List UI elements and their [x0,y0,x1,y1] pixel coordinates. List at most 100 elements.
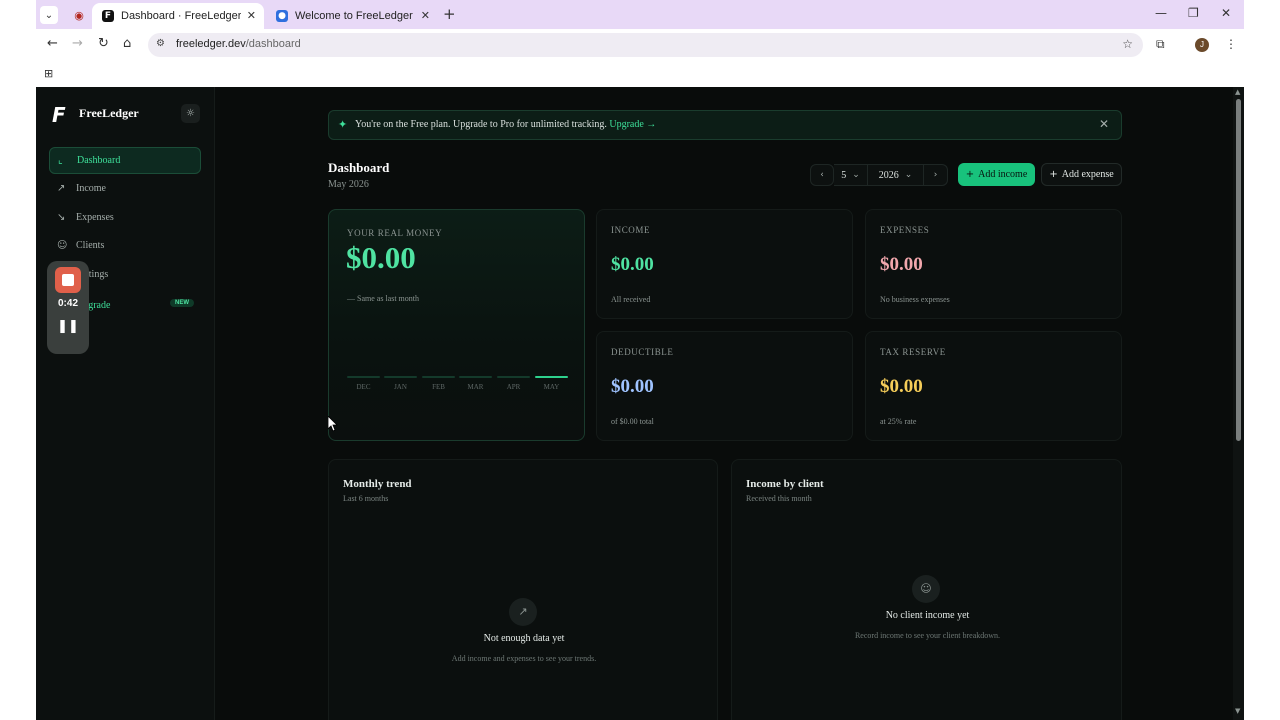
sidebar-item-dashboard[interactable]: ⌞ Dashboard [49,147,201,174]
tab-welcome[interactable]: ● Welcome to FreeLedger · FreeLedger ✕ [266,3,438,29]
letterbox-left [0,0,36,720]
month-label: FEB [432,383,445,391]
month-bar [384,376,417,378]
month-bar-current [535,376,568,378]
extensions-puzzle-icon[interactable]: ⧉ [1156,37,1165,52]
back-arrow-icon[interactable]: ← [47,36,58,51]
browser-toolbar: ← → ↻ ⌂ ⚙ freeledger.dev/dashboard ☆ ⧉ J… [36,29,1244,61]
site-info-icon[interactable]: ⚙ [156,38,165,49]
trend-down-icon: ↘ [57,212,66,223]
next-month-button[interactable]: › [924,164,948,186]
month-bars: DEC JAN FEB MAR APR MAY [347,376,569,396]
scroll-thumb[interactable] [1236,99,1241,441]
stat-note: No business expenses [880,295,950,304]
real-money-label: YOUR REAL MONEY [347,228,443,238]
month-label: APR [506,383,521,391]
add-expense-button[interactable]: + Add expense [1041,163,1122,186]
url-text: freeledger.dev/dashboard [176,38,301,50]
forward-arrow-icon[interactable]: → [72,36,83,51]
month-label: DEC [356,383,371,391]
brand-logo[interactable]: F [52,103,66,127]
chevron-right-icon: › [933,170,938,180]
stat-value: $0.00 [880,254,923,275]
month-bar [497,376,530,378]
deductible-card: DEDUCTIBLE $0.00 of $0.00 total [596,331,853,441]
expenses-card: EXPENSES $0.00 No business expenses [865,209,1122,319]
panel-title: Income by client [746,478,824,490]
close-tab-icon[interactable]: ✕ [421,9,430,22]
page-subtitle: May 2026 [328,179,369,190]
stat-note: All received [611,295,651,304]
month-select[interactable]: 5 ⌄ [834,164,868,186]
sidebar-item-label: Dashboard [77,155,121,166]
page-scrollbar[interactable]: ▲ ▼ [1233,87,1244,720]
close-tab-icon[interactable]: ✕ [247,9,256,22]
more-menu-icon[interactable]: ⋮ [1225,37,1237,51]
brand-name: FreeLedger [79,106,139,120]
stat-value: $0.00 [611,254,654,275]
month-value: 5 [841,169,847,181]
stat-label: EXPENSES [880,225,930,235]
add-income-button[interactable]: + Add income [958,163,1035,186]
close-icon[interactable]: ✕ [1099,117,1109,131]
chevron-down-icon: ⌄ [904,170,913,180]
income-card: INCOME $0.00 All received [596,209,853,319]
close-window-icon[interactable]: ✕ [1221,6,1231,20]
bookmark-star-icon[interactable]: ☆ [1122,37,1133,51]
stat-value: $0.00 [880,376,923,397]
stat-label: TAX RESERVE [880,347,946,357]
chevron-down-icon: ⌄ [852,170,860,180]
upgrade-link[interactable]: Upgrade → [609,119,656,130]
real-money-value: $0.00 [346,240,416,275]
pause-icon[interactable]: ❚❚ [47,319,89,334]
users-icon: ☺ [912,575,940,603]
empty-state-subtitle: Add income and expenses to see your tren… [451,654,597,663]
sidebar-item-clients[interactable]: ☺ Clients [49,232,201,259]
reload-icon[interactable]: ↻ [98,36,109,51]
tax-reserve-card: TAX RESERVE $0.00 at 25% rate [865,331,1122,441]
scroll-up-icon[interactable]: ▲ [1235,88,1240,96]
url-host: freeledger.dev [176,38,246,50]
bookmarks-bar: ⊞ [36,61,1244,87]
trend-up-icon: ↗ [509,598,537,626]
year-select[interactable]: 2026 ⌄ [868,164,924,186]
stat-note: of $0.00 total [611,417,654,426]
income-by-client-panel: Income by client Received this month ☺ N… [731,459,1122,720]
month-bar [347,376,380,378]
theme-toggle-sun-icon[interactable]: ☼ [181,104,200,123]
panel-title: Monthly trend [343,478,412,490]
month-bar [422,376,455,378]
tab-title: Welcome to FreeLedger · FreeLedger [295,10,415,22]
minimize-icon[interactable]: — [1155,6,1167,20]
page-title: Dashboard [328,160,390,175]
sidebar-item-income[interactable]: ↗ Income [49,175,201,202]
real-money-note: — Same as last month [347,294,419,303]
apps-grid-icon[interactable]: ⊞ [44,67,53,80]
home-icon[interactable]: ⌂ [123,36,131,51]
sparkle-icon: ✦ [338,118,348,131]
sidebar-item-label: Income [76,183,106,194]
profile-avatar[interactable]: J [1195,38,1209,52]
scroll-down-icon[interactable]: ▼ [1235,707,1240,715]
stat-value: $0.00 [611,376,654,397]
plus-icon: + [965,169,975,180]
tab-dashboard[interactable]: F Dashboard · FreeLedger ✕ [92,3,264,29]
recording-indicator-icon: ◉ [74,8,84,22]
stop-recording-button[interactable] [55,267,81,293]
monthly-trend-panel: Monthly trend Last 6 months ↗ Not enough… [328,459,718,720]
welcome-favicon-icon: ● [276,10,288,22]
chart-icon: ⌞ [58,155,63,166]
previous-month-button[interactable]: ‹ [810,164,834,186]
new-tab-plus-icon[interactable]: + [443,5,456,23]
sidebar-item-expenses[interactable]: ↘ Expenses [49,204,201,231]
address-bar[interactable]: ⚙ freeledger.dev/dashboard ☆ [148,33,1143,57]
restore-icon[interactable]: ❐ [1188,6,1199,20]
month-label: JAN [394,383,407,391]
plan-banner: ✦ You're on the Free plan. Upgrade to Pr… [328,110,1122,140]
stat-note: at 25% rate [880,417,917,426]
sidebar-item-label: Clients [76,240,105,251]
sidebar-item-label: Expenses [76,212,114,223]
tab-search-chevron-icon[interactable]: ⌄ [40,6,58,24]
month-label: MAY [543,383,560,391]
mouse-cursor-icon [327,415,338,432]
